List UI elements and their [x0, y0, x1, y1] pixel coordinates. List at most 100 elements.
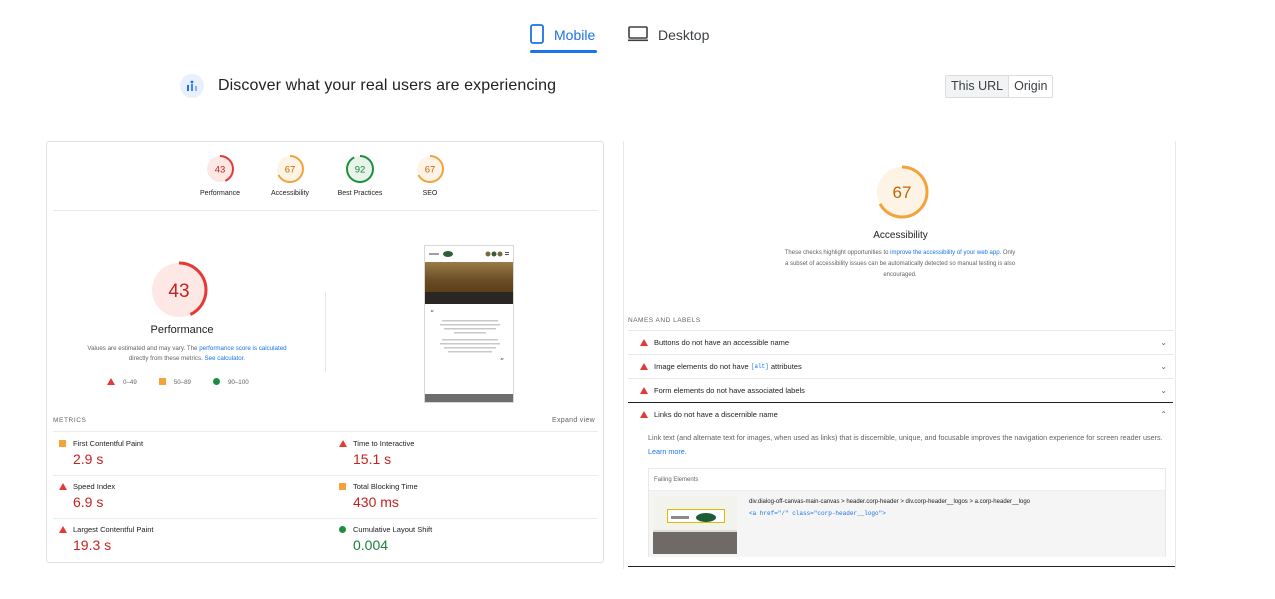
thumbnail-hero — [425, 262, 513, 292]
gauge-label: Performance — [199, 190, 241, 197]
toggle-origin[interactable]: Origin — [1009, 76, 1052, 97]
triangle-icon — [59, 483, 73, 490]
metric-value: 0.004 — [353, 537, 389, 553]
square-icon — [59, 440, 73, 447]
metric-value: 6.9 s — [73, 494, 104, 510]
failing-elements-header: Failing Elements — [649, 469, 1165, 491]
tab-desktop-label: Desktop — [658, 27, 710, 43]
gauge-performance[interactable]: 43 Performance — [180, 154, 260, 197]
chevron-down-icon: ⌄ — [1160, 362, 1167, 371]
gauge-best-practices[interactable]: 92 Best Practices — [320, 154, 400, 197]
metric-largest-contentful-paint: Largest Contentful Paint 19.3 s — [59, 525, 309, 553]
circle-icon — [212, 378, 220, 387]
divider — [53, 475, 598, 476]
accessibility-gauge: 67 — [874, 164, 930, 220]
field-data-icon — [180, 74, 204, 98]
audit-link-name[interactable]: Links do not have a discernible name ⌃ — [628, 402, 1173, 426]
chevron-up-icon: ⌃ — [1160, 410, 1167, 419]
page-screenshot-thumbnail: “ ” — [424, 245, 514, 403]
score-calculation-link[interactable]: performance score is calculated — [199, 345, 286, 352]
metric-first-contentful-paint: First Contentful Paint 2.9 s — [59, 439, 309, 467]
svg-text:43: 43 — [168, 281, 189, 302]
legend-average: 50–89 — [158, 378, 191, 387]
square-icon — [158, 378, 166, 387]
audit-button-name[interactable]: Buttons do not have an accessible name ⌄ — [628, 330, 1173, 354]
svg-text:67: 67 — [285, 165, 296, 176]
triangle-icon — [634, 387, 654, 394]
performance-description: Values are estimated and may vary. The p… — [87, 345, 287, 362]
improve-accessibility-link[interactable]: improve the accessibility of your web ap… — [890, 250, 1001, 256]
url-origin-toggle: This URL Origin — [945, 75, 1054, 98]
see-calculator-link[interactable]: See calculator. — [205, 355, 246, 362]
divider — [53, 518, 598, 519]
svg-text:92: 92 — [355, 165, 366, 176]
thumbnail-footer — [425, 394, 513, 402]
divider — [53, 431, 598, 432]
expand-view-button[interactable]: Expand view — [552, 417, 595, 424]
metrics-header: METRICS — [53, 417, 87, 424]
accessibility-title: Accessibility — [873, 230, 928, 241]
metric-cumulative-layout-shift: Cumulative Layout Shift 0.004 — [339, 525, 589, 553]
accessibility-description: These checks highlight opportunities to … — [784, 250, 1016, 278]
failing-element-row: div.dialog-off-canvas-main-canvas > head… — [649, 491, 1165, 557]
legend-pass: 90–100 — [212, 378, 249, 387]
gauge-ring: 67 — [416, 155, 444, 183]
metric-value: 2.9 s — [73, 451, 104, 467]
divider — [325, 292, 326, 372]
active-tab-indicator — [530, 50, 597, 53]
names-and-labels-header: NAMES AND LABELS — [628, 317, 701, 324]
gauge-ring: 92 — [346, 155, 374, 183]
failing-elements-table: Failing Elements div.dialog-off-canvas-m… — [648, 468, 1166, 557]
audit-description: Link text (and alternate text for images… — [648, 433, 1163, 456]
audit-image-alt[interactable]: Image elements do not have [alt] attribu… — [628, 354, 1173, 378]
gauge-label: Accessibility — [270, 190, 310, 197]
triangle-icon — [107, 378, 115, 387]
performance-title: Performance — [150, 324, 214, 336]
gauge-accessibility[interactable]: 67 Accessibility — [250, 154, 330, 197]
circle-icon — [339, 526, 353, 533]
metric-value: 15.1 s — [353, 451, 392, 467]
failing-snippet: <a href="/" class="corp-header__logo"> — [749, 510, 886, 517]
triangle-icon — [339, 440, 353, 447]
metric-value: 19.3 s — [73, 537, 112, 553]
thumbnail-header — [425, 246, 513, 262]
gauge-seo[interactable]: 67 SEO — [390, 154, 470, 197]
learn-more-link[interactable]: Learn more. — [648, 447, 687, 456]
svg-text:”: ” — [500, 357, 504, 366]
triangle-icon — [634, 363, 654, 370]
category-gauges: 43 Performance 67 Accessibility 92 Best … — [47, 154, 603, 214]
failing-selector: div.dialog-off-canvas-main-canvas > head… — [749, 499, 1031, 505]
thumbnail-band — [425, 292, 513, 304]
metric-time-to-interactive: Time to Interactive 15.1 s — [339, 439, 589, 467]
triangle-icon — [634, 339, 654, 346]
discover-title: Discover what your real users are experi… — [218, 77, 557, 94]
thumbnail-body: “ ” — [425, 304, 513, 373]
divider — [628, 566, 1175, 567]
tab-desktop[interactable]: Desktop — [628, 18, 709, 52]
chevron-down-icon: ⌄ — [1160, 386, 1167, 395]
svg-text:67: 67 — [425, 165, 436, 176]
desktop-icon — [628, 25, 648, 45]
square-icon — [339, 483, 353, 490]
element-thumbnail — [653, 496, 737, 554]
performance-card: 43 Performance 67 Accessibility 92 Best … — [46, 141, 604, 563]
svg-text:“: “ — [430, 309, 434, 318]
score-legend: 0–49 50–89 90–100 — [107, 378, 271, 387]
performance-gauge-large: 43 — [149, 260, 209, 320]
gauge-ring: 67 — [276, 155, 304, 183]
tab-mobile-label: Mobile — [554, 27, 596, 43]
logo-image — [667, 509, 725, 523]
mobile-icon — [530, 23, 544, 47]
divider — [53, 210, 598, 211]
toggle-this-url[interactable]: This URL — [946, 76, 1010, 97]
svg-text:43: 43 — [215, 165, 226, 176]
legend-fail: 0–49 — [107, 378, 137, 387]
accessibility-card: 67 Accessibility These checks highlight … — [623, 141, 1176, 569]
tab-mobile[interactable]: Mobile — [530, 18, 595, 52]
metric-total-blocking-time: Total Blocking Time 430 ms — [339, 482, 589, 510]
gauge-ring: 43 — [206, 155, 234, 183]
metric-value: 430 ms — [353, 494, 399, 510]
audit-form-labels[interactable]: Form elements do not have associated lab… — [628, 378, 1173, 402]
device-tabs: Mobile Desktop — [520, 18, 730, 54]
chevron-down-icon: ⌄ — [1160, 338, 1167, 347]
